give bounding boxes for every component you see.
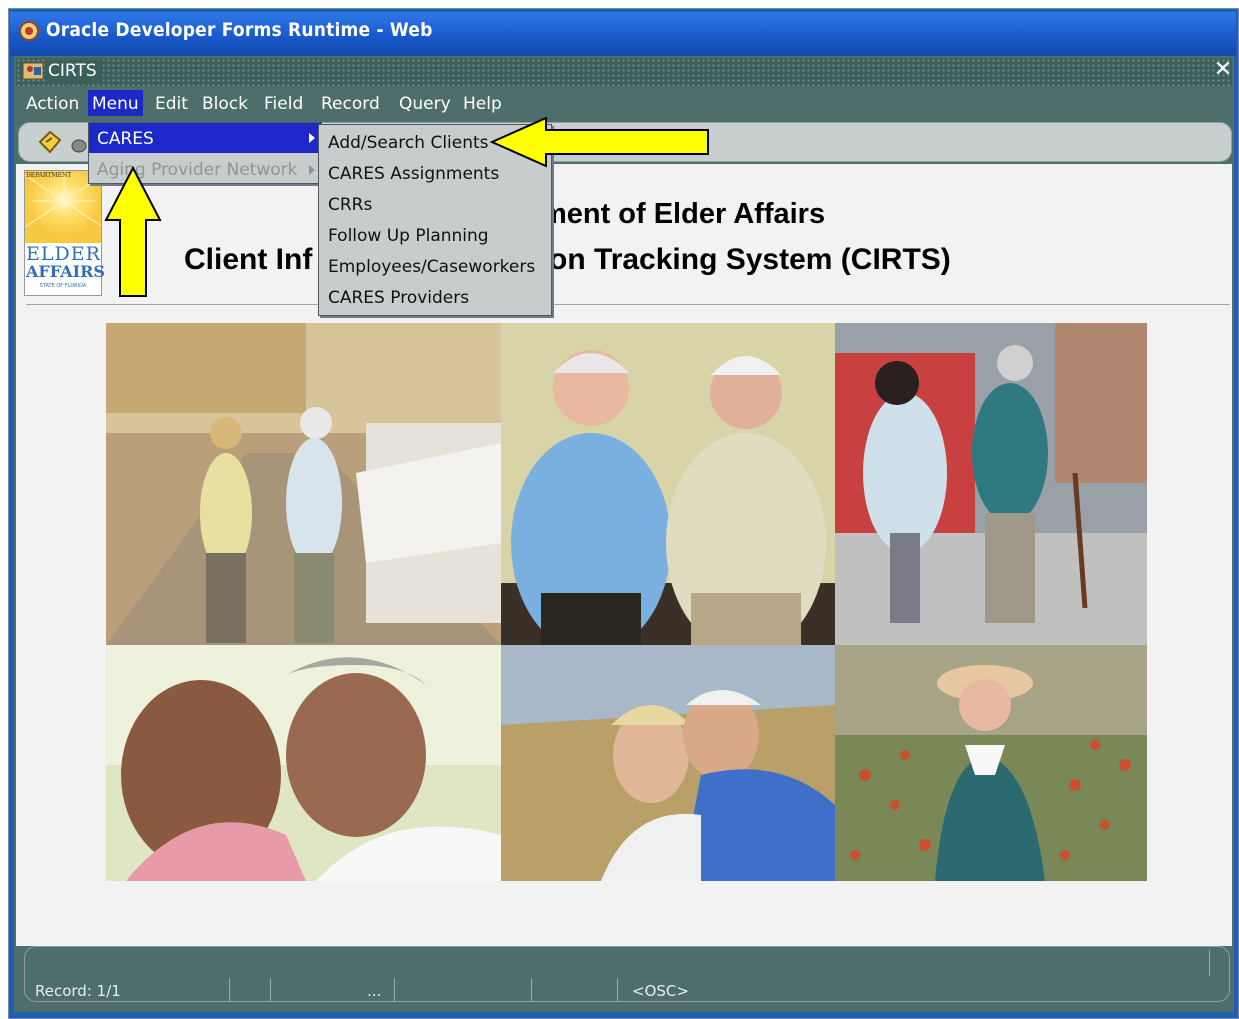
save-icon[interactable] [36,128,64,156]
inner-window-title: CIRTS [46,60,103,82]
submenu-item-employees-caseworkers[interactable]: Employees/Caseworkers [328,257,535,277]
close-icon[interactable]: ✕ [1212,56,1234,84]
toolbar-icon[interactable] [70,134,88,154]
callout-arrow-up-icon [104,166,162,297]
photo-two-men-smiling [501,323,835,645]
logo-affairs-text: AFFAIRS [26,262,105,281]
status-separator [270,978,271,1002]
menu-query[interactable]: Query [399,94,451,114]
menu-field[interactable]: Field [264,94,303,114]
submenu-item-crrs[interactable]: CRRs [328,195,372,215]
submenu-arrow-icon [309,165,315,175]
status-osc: <OSC> [632,982,689,1000]
photo-couple-walking [835,323,1147,645]
submenu-item-follow-up-planning[interactable]: Follow Up Planning [328,226,489,246]
page-subtitle: Client Inf egistration Tracking System (C… [184,243,951,277]
submenu-item-add-search-clients[interactable]: Add/Search Clients [328,133,489,153]
menu-menu[interactable]: Menu [88,90,143,116]
menu-action[interactable]: Action [26,94,79,114]
photo-woman-flowers [835,645,1147,881]
app-icon [19,21,39,41]
photo-couple-embrace [106,645,501,881]
window-title: Oracle Developer Forms Runtime - Web [46,19,433,41]
menu-block[interactable]: Block [202,94,248,114]
callout-arrow-right-icon [490,116,709,168]
inner-title-bar [16,58,1232,86]
submenu-item-cares-assignments[interactable]: CARES Assignments [328,164,499,184]
divider [26,304,1230,305]
submenu-item-cares-providers[interactable]: CARES Providers [328,288,469,308]
status-separator [229,978,230,1002]
menu-help[interactable]: Help [463,94,502,114]
photo-couple-sunset [501,645,835,881]
menu-record[interactable]: Record [321,94,380,114]
status-record: Record: 1/1 [35,982,121,1000]
status-separator [394,978,395,1002]
page-title: rtment of Elder Affairs [520,198,826,230]
menu-item-cares-label: CARES [97,129,154,149]
menu-edit[interactable]: Edit [155,94,188,114]
status-message-area [34,950,1210,976]
status-separator [531,978,532,1002]
subtitle-left: Client Inf [184,243,313,276]
status-ellipsis: ... [367,982,382,1000]
logo-dept-text: DEPARTMENT [26,172,72,179]
submenu-arrow-icon [309,133,315,143]
status-separator [617,978,618,1002]
photo-couple-harbor [106,323,501,645]
logo-state-text: STATE OF FLORIDA [39,283,87,289]
cirts-window-icon [22,62,44,80]
